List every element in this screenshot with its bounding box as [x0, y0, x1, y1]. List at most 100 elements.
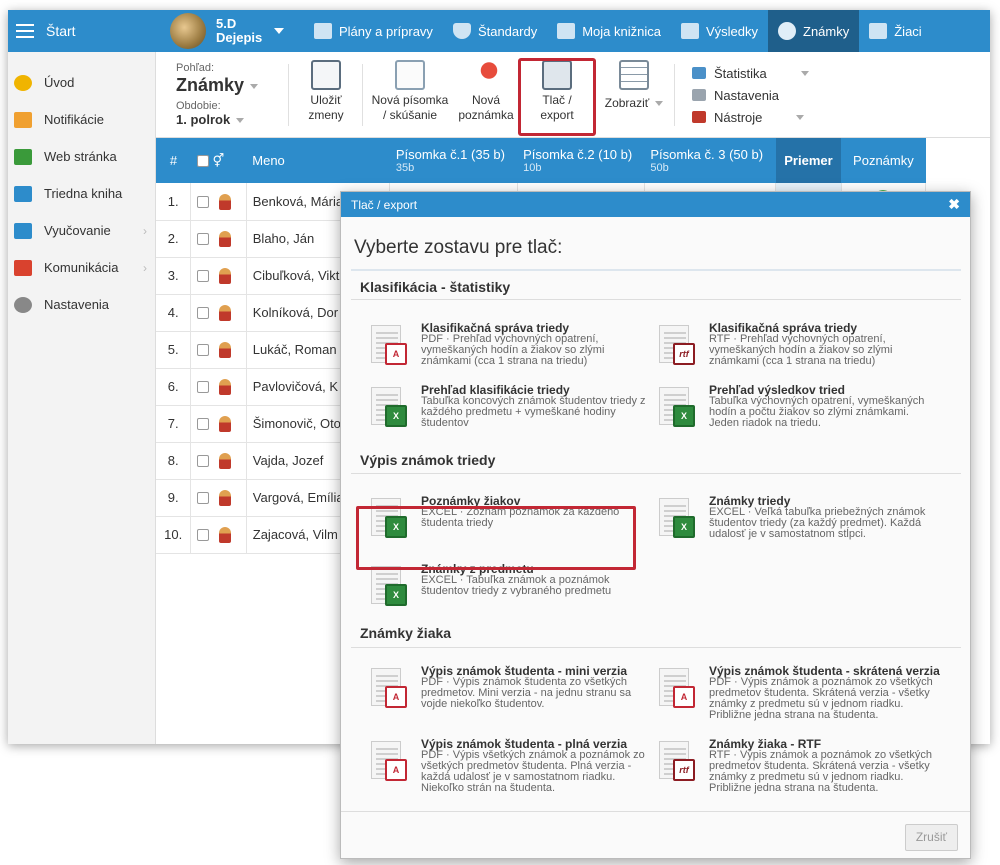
file-type-badge: X [392, 411, 399, 421]
col-average[interactable]: Priemer [775, 138, 842, 183]
sidebar-item-2[interactable]: Web stránka [8, 138, 155, 175]
pdf-file-icon: A [659, 668, 695, 710]
file-type-badge: rtf [679, 349, 689, 359]
rtf-file-icon: rtf [659, 741, 695, 783]
class-name: 5.D [216, 16, 237, 31]
start-label: Štart [46, 23, 76, 39]
col-test3[interactable]: Písomka č. 3 (50 b) 50b [644, 138, 776, 183]
chevron-right-icon: › [143, 223, 147, 238]
row-select-cell [190, 405, 247, 443]
print-highlight [518, 58, 596, 136]
dialog-title: Tlač / export [351, 197, 418, 212]
xls-file-icon: X [371, 566, 407, 608]
nav-item-5[interactable]: Žiaci [859, 10, 931, 52]
bar-chart-icon [680, 23, 699, 39]
new-test-button[interactable]: Nová písomka / skúšanie [366, 60, 454, 123]
nav-item-1[interactable]: Štandardy [443, 10, 547, 52]
student-icon [219, 230, 232, 247]
student-icon [219, 304, 232, 321]
toolbar-menu-item-2[interactable]: Nástroje [692, 106, 809, 128]
shield-icon [452, 23, 471, 39]
nav-label: Moja knižnica [582, 23, 661, 39]
col-name[interactable]: Meno [246, 138, 390, 183]
sidebar-item-4[interactable]: Vyučovanie › [8, 212, 155, 249]
view-selector[interactable]: Pohľad: Známky Obdobie: 1. polrok [176, 62, 280, 127]
row-checkbox[interactable] [197, 269, 210, 282]
cell-num: 6. [156, 368, 192, 406]
chevron-down-icon [250, 83, 259, 89]
show-button[interactable]: Zobraziť [602, 60, 666, 111]
pdf-file-icon: A [371, 741, 407, 783]
pdf-file-icon: A [371, 325, 407, 367]
gender-icon: ⚥ [212, 152, 225, 168]
report-description: Tabuľka koncových známok študentov tried… [421, 395, 646, 429]
test2-label: Písomka č.2 (10 b) [523, 147, 633, 162]
sidebar-item-5[interactable]: Komunikácia › [8, 249, 155, 286]
file-type-badge: A [392, 692, 400, 702]
save-button[interactable]: Uložiť zmeny [296, 60, 356, 123]
row-checkbox[interactable] [197, 454, 210, 467]
report-description: PDF · Výpis všetkých známok a poznámok z… [421, 749, 645, 794]
chevron-right-icon: › [143, 260, 147, 275]
sidebar-item-6[interactable]: Nastavenia [8, 286, 155, 323]
top-nav: Plány a prípravy Štandardy Moja knižnica Vý… [304, 10, 932, 52]
pin-icon [471, 60, 501, 90]
sidebar-item-label: Nastavenia [44, 297, 110, 312]
sidebar-item-3[interactable]: Triedna kniha [8, 175, 155, 212]
class-selector[interactable]: 5.D Dejepis [170, 13, 285, 49]
row-checkbox[interactable] [197, 528, 210, 541]
row-checkbox[interactable] [197, 343, 210, 356]
cell-num: 10. [156, 516, 192, 554]
nav-item-0[interactable]: Plány a prípravy [304, 10, 443, 52]
cancel-button[interactable]: Zrušiť [904, 824, 958, 851]
student-icon [219, 378, 232, 395]
test1-points: 35b [395, 162, 415, 174]
select-all-checkbox[interactable] [196, 155, 209, 168]
nav-item-3[interactable]: Výsledky [671, 10, 768, 52]
view-value: Známky [176, 75, 245, 95]
toolbar-menu-item-0[interactable]: Štatistika [692, 62, 809, 84]
class-avatar [170, 13, 206, 49]
toolbar-menu-item-1[interactable]: Nastavenia [692, 84, 809, 106]
grades-icon [778, 22, 796, 40]
new-note-button[interactable]: Nová poznámka [456, 60, 516, 123]
sidebar-item-label: Notifikácie [44, 112, 104, 127]
row-checkbox[interactable] [197, 306, 210, 319]
view-label: Pohľad: [176, 62, 215, 74]
row-checkbox[interactable] [197, 380, 210, 393]
row-checkbox[interactable] [197, 195, 210, 208]
close-icon[interactable]: ✖ [948, 196, 960, 213]
divider [351, 473, 961, 474]
test3-label: Písomka č. 3 (50 b) [650, 147, 764, 162]
hamburger-icon [16, 24, 34, 38]
sidebar-item-label: Komunikácia [44, 260, 119, 275]
sidebar-item-0[interactable]: Úvod [8, 64, 155, 101]
dialog-header: Tlač / export ✖ [341, 192, 970, 217]
dialog-footer: Zrušiť [341, 811, 970, 858]
row-checkbox[interactable] [197, 417, 210, 430]
student-icon [219, 415, 232, 432]
open-book-icon [14, 222, 32, 239]
period-label: Obdobie: [176, 100, 221, 112]
col-test1[interactable]: Písomka č.1 (35 b) 35b [389, 138, 518, 183]
cell-num: 5. [156, 331, 192, 369]
divider [351, 269, 961, 271]
divider [351, 647, 961, 648]
report-description: Tabuľka výchovných opatrení, vymeškaných… [709, 395, 925, 429]
col-test2[interactable]: Písomka č.2 (10 b) 10b [517, 138, 645, 183]
sidebar-item-1[interactable]: Notifikácie [8, 101, 155, 138]
divider [674, 64, 675, 126]
start-button[interactable]: Štart [8, 10, 156, 52]
row-checkbox[interactable] [197, 491, 210, 504]
period-value[interactable]: 1. polrok [176, 112, 230, 127]
row-checkbox[interactable] [197, 232, 210, 245]
sidebar-item-label: Web stránka [44, 149, 117, 164]
report-highlight [356, 506, 636, 570]
floppy-icon [311, 60, 341, 90]
nav-item-4[interactable]: Známky [768, 10, 860, 52]
report-description: RTF · Prehľad výchovných opatrení, vymeš… [709, 333, 893, 367]
student-icon [219, 526, 232, 543]
new-test-label-2: / skúšanie [382, 108, 438, 122]
rtf-file-icon: rtf [659, 325, 695, 367]
nav-item-2[interactable]: Moja knižnica [547, 10, 671, 52]
